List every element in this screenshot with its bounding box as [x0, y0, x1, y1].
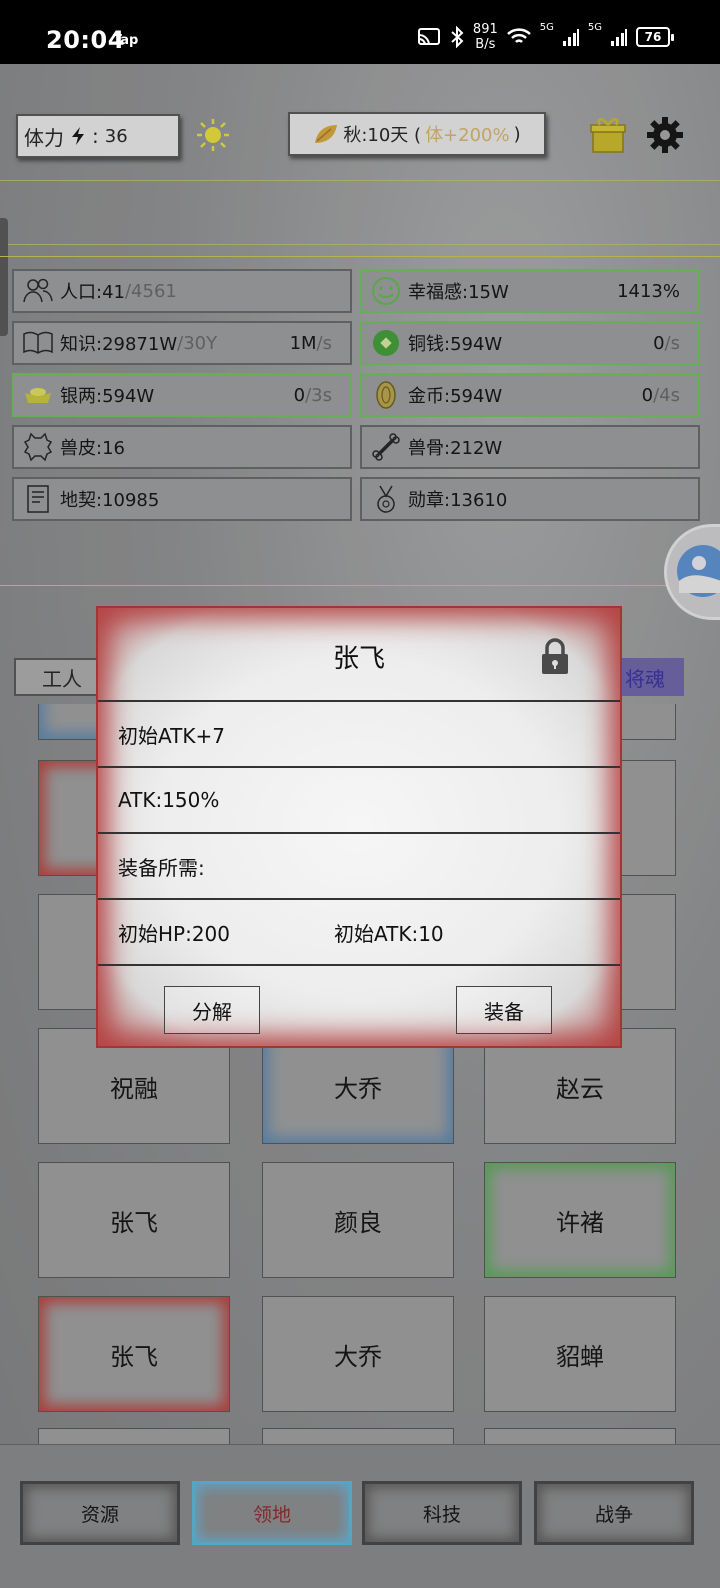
decompose-button[interactable]: 分解: [164, 986, 260, 1034]
status-bar: 20:04 Tap 891 B/s 5G 5G 76: [0, 0, 720, 64]
dialog-row-bonus: 初始ATK+7: [98, 700, 620, 766]
equip-button[interactable]: 装备: [456, 986, 552, 1034]
net-speed: 891 B/s: [472, 22, 498, 52]
cast-icon: [417, 28, 440, 46]
divider: [98, 964, 620, 966]
signal-icon: [562, 29, 579, 46]
signal1-label: 5G: [539, 22, 554, 33]
signal2-label: 5G: [587, 22, 602, 33]
dialog-row-requirements: 装备所需:: [98, 832, 620, 898]
status-icons: 891 B/s 5G 5G 76: [417, 22, 674, 52]
dialog-row-base-stats: 初始HP:200 初始ATK:10: [98, 898, 620, 964]
carrier-tag: Tap: [113, 33, 139, 48]
dialog-row-atk: ATK:150%: [98, 766, 620, 832]
bluetooth-icon: [451, 26, 464, 48]
wifi-icon: [506, 28, 531, 43]
signal-icon: [611, 29, 627, 46]
hero-detail-dialog: 张飞 初始ATK+7 ATK:150% 装备所需: 初始HP:200 初始ATK…: [96, 606, 622, 1048]
battery-icon: 76: [636, 27, 674, 47]
lock-icon[interactable]: [540, 638, 570, 676]
